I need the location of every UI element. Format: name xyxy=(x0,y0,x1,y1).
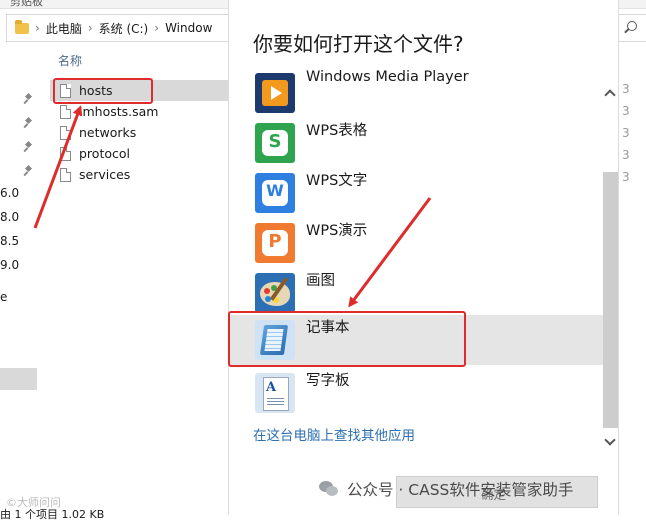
chevron-right-icon: › xyxy=(35,21,40,35)
navigation-pane: 6.0 8.0 8.5 9.0 e xyxy=(0,48,38,488)
file-icon xyxy=(60,167,71,182)
folder-icon xyxy=(15,19,29,34)
breadcrumb-system-drive[interactable]: 系统 (C:) xyxy=(99,20,149,37)
cell-value: 3 xyxy=(622,82,630,96)
app-item-wps-writer[interactable]: WPS文字 xyxy=(229,168,603,218)
wechat-icon xyxy=(319,481,339,497)
file-row-lmhosts[interactable]: lmhosts.sam xyxy=(50,101,230,122)
search-icon xyxy=(627,21,637,31)
chevron-right-icon: › xyxy=(87,21,93,35)
app-label: Windows Media Player xyxy=(306,69,469,85)
wordpad-icon xyxy=(255,373,295,413)
ribbon-item[interactable]: 剪贴板 xyxy=(10,0,43,8)
breadcrumb-this-pc[interactable]: 此电脑 xyxy=(46,20,82,37)
chevron-up-icon[interactable] xyxy=(604,88,616,100)
watermark-text: 公众号 · CASS软件安装管家助手 xyxy=(347,481,574,499)
pin-icon xyxy=(24,118,33,127)
chevron-down-icon[interactable] xyxy=(604,436,616,448)
app-label: WPS文字 xyxy=(306,173,368,189)
column-header-name[interactable]: 名称 xyxy=(58,52,82,69)
nav-item[interactable]: 9.0 xyxy=(0,258,19,272)
nav-item-selected[interactable] xyxy=(0,368,37,390)
file-icon xyxy=(60,125,71,140)
file-name: networks xyxy=(79,125,137,140)
app-label: WPS演示 xyxy=(306,223,368,239)
file-size-column: 3 3 3 3 3 xyxy=(620,80,646,190)
nav-item[interactable]: 8.0 xyxy=(0,210,19,224)
app-list-scrollbar[interactable] xyxy=(602,78,618,452)
paint-icon xyxy=(255,273,295,313)
file-row-protocol[interactable]: protocol xyxy=(50,143,230,164)
nav-item[interactable]: 6.0 xyxy=(0,186,19,200)
wps-spreadsheet-icon xyxy=(255,123,295,163)
file-name: services xyxy=(79,167,131,182)
watermark: 公众号 · CASS软件安装管家助手 xyxy=(319,478,573,500)
app-label: 写字板 xyxy=(306,373,350,389)
cell-value: 3 xyxy=(622,170,630,184)
cell-value: 3 xyxy=(622,104,630,118)
app-label: WPS表格 xyxy=(306,123,368,139)
app-label: 画图 xyxy=(306,273,335,289)
breadcrumb-windows[interactable]: Window xyxy=(165,21,212,35)
file-name: lmhosts.sam xyxy=(79,104,159,119)
pin-icon xyxy=(24,166,33,175)
app-item-wps-spreadsheet[interactable]: WPS表格 xyxy=(229,118,603,168)
file-name: protocol xyxy=(79,146,130,161)
nav-item[interactable]: e xyxy=(0,290,7,304)
scroll-thumb[interactable] xyxy=(603,172,618,428)
file-row-services[interactable]: services xyxy=(50,164,230,185)
cell-value: 3 xyxy=(622,126,630,140)
app-item-wordpad[interactable]: 写字板 xyxy=(229,368,603,418)
nav-item[interactable]: 8.5 xyxy=(0,234,19,248)
wps-writer-icon xyxy=(255,173,295,213)
chevron-right-icon: › xyxy=(154,21,160,35)
pin-icon xyxy=(24,142,33,151)
app-item-wps-presentation[interactable]: WPS演示 xyxy=(229,218,603,268)
dialog-title: 你要如何打开这个文件? xyxy=(253,32,464,56)
app-item-windows-media-player[interactable]: Windows Media Player xyxy=(229,68,603,118)
cell-value: 3 xyxy=(622,148,630,162)
status-bar: 由 1 个项目 1.02 KB xyxy=(0,508,105,521)
file-row-networks[interactable]: networks xyxy=(50,122,230,143)
file-icon xyxy=(60,104,71,119)
find-other-apps-link[interactable]: 在这台电脑上查找其他应用 xyxy=(253,424,415,444)
windows-media-player-icon xyxy=(255,73,295,113)
open-with-dialog: 你要如何打开这个文件? Windows Media Player WPS表格 W… xyxy=(229,0,618,515)
annotation-box-notepad xyxy=(228,311,466,367)
pin-icon xyxy=(24,94,33,103)
address-bar[interactable]: › 此电脑 › 系统 (C:) › Window xyxy=(6,14,248,42)
file-icon xyxy=(60,146,71,161)
annotation-box-hosts xyxy=(53,78,153,104)
wps-presentation-icon xyxy=(255,223,295,263)
